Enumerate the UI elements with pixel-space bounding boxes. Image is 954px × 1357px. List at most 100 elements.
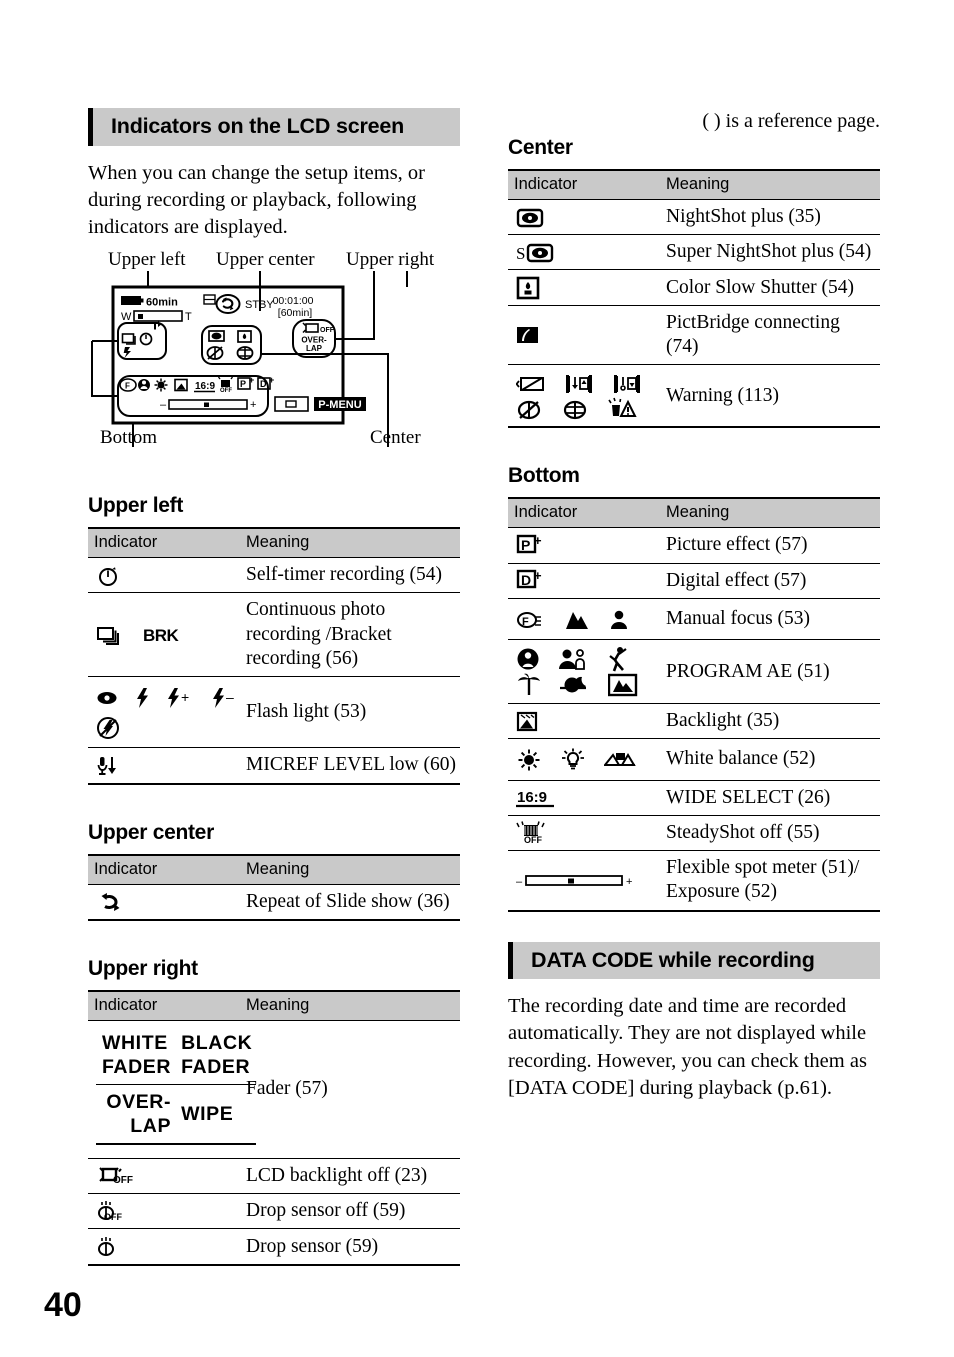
indicator-cell (508, 305, 660, 366)
meaning-cell: Fader (57) (240, 1020, 460, 1159)
svg-text:OFF: OFF (220, 388, 232, 394)
svg-text:F: F (522, 616, 529, 628)
table-row: – + Flexible spot meter (51)/ Exposure (5… (508, 850, 880, 912)
column-header-indicator: Indicator (508, 169, 660, 200)
svg-text:T: T (185, 311, 192, 323)
column-header-meaning: Meaning (240, 853, 460, 885)
left-column: Indicators on the LCD screen When you ca… (88, 108, 460, 1266)
nightshot-icon (516, 208, 546, 228)
svg-text:STBY: STBY (245, 299, 274, 311)
meaning-cell: Picture effect (57) (660, 527, 880, 564)
column-header-meaning: Meaning (240, 527, 460, 559)
data-code-paragraph: The recording date and time are recorded… (508, 995, 867, 1099)
table-header-row: Indicator Meaning (508, 169, 880, 200)
indicator-cell: 16:9 (508, 780, 660, 816)
sports-icon (606, 646, 632, 672)
battery-warning-icon (516, 375, 546, 393)
meaning-cell: PictBridge connecting (74) (660, 305, 880, 366)
svg-text:16:9: 16:9 (517, 789, 547, 806)
meaning-cell: Flexible spot meter (51)/ Exposure (52) (660, 850, 880, 912)
diagram-label-upper-left: Upper left (108, 249, 186, 271)
meaning-cell: Drop sensor off (59) (240, 1193, 460, 1230)
svg-text:–: – (226, 689, 234, 705)
meaning-cell: LCD backlight off (23) (240, 1158, 460, 1194)
indicator-cell (508, 199, 660, 236)
svg-text:D: D (521, 572, 531, 588)
indicator-cell: – + (508, 850, 660, 912)
svg-text:P-MENU: P-MENU (318, 399, 361, 411)
table-row: MICREF LEVEL low (60) (88, 747, 460, 785)
diagram-label-upper-center: Upper center (216, 249, 315, 271)
fader-label-white: WHITE FADER (96, 1025, 176, 1086)
svg-text:+: + (250, 399, 256, 411)
svg-text:–: – (160, 399, 167, 411)
disc-error-icon (562, 397, 590, 421)
fader-label-overlap: OVER- LAP (96, 1084, 176, 1146)
lcd-backlight-off-icon: OFF (96, 1165, 136, 1187)
meaning-cell: PROGRAM AE (51) (660, 639, 880, 705)
meaning-cell: Color Slow Shutter (54) (660, 269, 880, 306)
indicator-cell: OFF (88, 1193, 240, 1230)
table-row: 16:9 WIDE SELECT (26) (508, 780, 880, 816)
section-upper-right: Upper right Indicator Meaning WHITE FADE… (88, 957, 460, 1266)
flash-minus-icon: – (212, 687, 239, 708)
flash-off-icon (96, 716, 120, 740)
manual-page: ( ) is a reference page. Indicators on t… (0, 0, 954, 1357)
one-push-wb-icon (603, 749, 636, 771)
indicator-cell: OFF (508, 815, 660, 852)
indicator-cell: BRK (88, 592, 240, 677)
right-column: Center Indicator Meaning NightShot plus … (508, 108, 880, 1102)
table-row: Self-timer recording (54) (88, 557, 460, 594)
svg-text:OFF: OFF (113, 1175, 133, 1186)
meaning-cell: Drop sensor (59) (240, 1228, 460, 1266)
beach-icon (516, 673, 542, 697)
indicator-cell (88, 884, 240, 921)
table-row: NightShot plus (35) (508, 199, 880, 236)
meaning-cell: Backlight (35) (660, 703, 880, 740)
self-timer-icon (96, 565, 120, 587)
sunset-icon (559, 674, 590, 696)
meaning-cell: MICREF LEVEL low (60) (240, 747, 460, 785)
drop-warning-icon (608, 397, 642, 421)
indoor-wb-icon (560, 748, 586, 772)
column-header-indicator: Indicator (508, 497, 660, 529)
meaning-cell: Warning (113) (660, 364, 880, 429)
svg-text:OFF: OFF (524, 835, 542, 845)
flash-icon (136, 687, 149, 708)
meaning-cell: Repeat of Slide show (36) (240, 884, 460, 921)
micref-level-low-icon (96, 755, 120, 777)
steadyshot-off-icon: OFF (516, 821, 550, 845)
continuous-photo-icon (96, 624, 122, 646)
meaning-cell: Manual focus (53) (660, 598, 880, 641)
red-eye-icon (96, 690, 118, 706)
digital-effect-icon: D + (516, 569, 544, 593)
table-row: Warning (113) (508, 364, 880, 429)
svg-text:OFF: OFF (104, 1212, 122, 1222)
table-row: Drop sensor (59) (88, 1228, 460, 1266)
column-header-indicator: Indicator (88, 527, 240, 559)
indicator-cell (508, 703, 660, 740)
tape-in-icon (564, 374, 594, 394)
svg-text:D: D (260, 379, 267, 389)
section-data-code: DATA CODE while recording The recording … (508, 941, 880, 1103)
meaning-cell: Flash light (53) (240, 676, 460, 749)
svg-text:16:9: 16:9 (195, 381, 215, 392)
indicator-cell (88, 747, 240, 785)
indicator-cell (508, 364, 660, 429)
outdoor-wb-icon (516, 748, 542, 772)
svg-text:+: + (626, 876, 632, 888)
svg-text:OFF: OFF (320, 327, 335, 334)
indicator-cell (88, 1228, 240, 1266)
meaning-cell: NightShot plus (35) (660, 199, 880, 236)
column-header-indicator: Indicator (88, 853, 240, 885)
indicator-cell: WHITE FADER BLACK FADER OVER- LAP WIPE (88, 1020, 257, 1159)
table-upper-left: Indicator Meaning Self-timer recording (… (88, 527, 460, 785)
table-row: Repeat of Slide show (36) (88, 884, 460, 921)
table-row: + – Flash light (53) (88, 676, 460, 749)
table-upper-center: Indicator Meaning Repeat of Slide show (… (88, 853, 460, 921)
table-header-row: Indicator Meaning (88, 527, 460, 559)
indicator-cell (508, 639, 660, 705)
meaning-cell: Super NightShot plus (54) (660, 234, 880, 271)
super-nightshot-icon: S (516, 243, 558, 263)
subhead-upper-left: Upper left (88, 494, 184, 518)
